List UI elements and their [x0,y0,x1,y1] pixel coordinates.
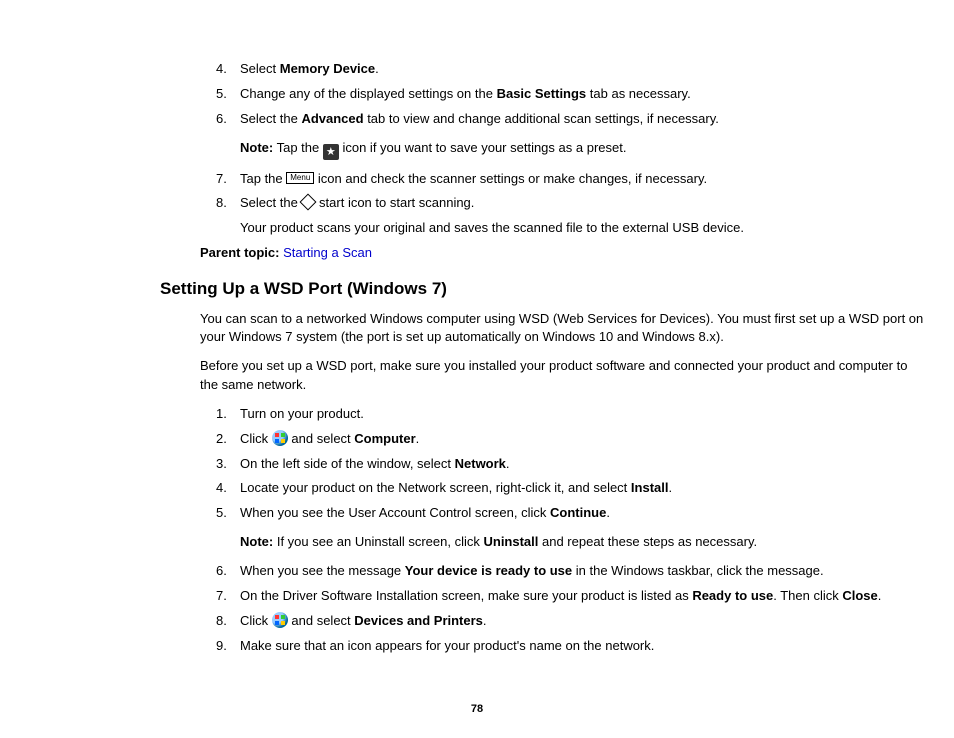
note-text-post: icon if you want to save your settings a… [339,140,627,155]
note-pre: If you see an Uninstall screen, click [273,534,483,549]
parent-topic: Parent topic: Starting a Scan [200,244,924,263]
note-block: Note: Tap the ★ icon if you want to save… [240,139,924,160]
list-text: When you see the User Account Control sc… [240,505,610,520]
list-item: 5. Change any of the displayed settings … [240,85,924,104]
list-item: 6. Select the Advanced tab to view and c… [240,110,924,129]
list-number: 7. [216,170,240,189]
star-icon: ★ [323,144,339,160]
list-number: 1. [216,405,240,424]
list-number: 3. [216,455,240,474]
note-label: Note: [240,140,273,155]
list-number: 8. [216,612,240,631]
note-post: and repeat these steps as necessary. [538,534,757,549]
list-number: 6. [216,562,240,581]
menu-icon: Menu [286,172,314,184]
bottom-ordered-list: 1. Turn on your product. 2. Click and se… [160,405,924,523]
intro-paragraph-2: Before you set up a WSD port, make sure … [200,357,924,395]
top-ordered-list-cont: 7. Tap the Menu icon and check the scann… [160,170,924,214]
list-item: 1. Turn on your product. [240,405,924,424]
windows-start-icon [272,430,288,446]
list-text: Select the Advanced tab to view and chan… [240,111,719,126]
list-text: Tap the Menu icon and check the scanner … [240,171,707,186]
note-label: Note: [240,534,273,549]
list-item: 7. Tap the Menu icon and check the scann… [240,170,924,189]
list-text: Select Memory Device. [240,61,379,76]
note-block: Note: If you see an Uninstall screen, cl… [240,533,924,552]
section-heading: Setting Up a WSD Port (Windows 7) [160,277,924,302]
list-item: 8. Click and select Devices and Printers… [240,612,924,631]
note-bold: Uninstall [483,534,538,549]
list-item: 2. Click and select Computer. [240,430,924,449]
list-item: 4. Select Memory Device. [240,60,924,79]
list-text: Click and select Computer. [240,431,419,446]
parent-topic-link[interactable]: Starting a Scan [283,245,372,260]
intro-paragraph-1: You can scan to a networked Windows comp… [200,310,924,348]
list-text: On the Driver Software Installation scre… [240,588,881,603]
list-number: 5. [216,85,240,104]
list-number: 8. [216,194,240,213]
windows-start-icon [272,612,288,628]
note-text-pre: Tap the [273,140,323,155]
content: 4. Select Memory Device. 5. Change any o… [160,60,924,655]
list-item: 8. Select the start icon to start scanni… [240,194,924,213]
list-text: Locate your product on the Network scree… [240,480,672,495]
list-number: 5. [216,504,240,523]
parent-topic-label: Parent topic: [200,245,279,260]
list-text: Turn on your product. [240,406,364,421]
list-text: On the left side of the window, select N… [240,456,510,471]
top-ordered-list: 4. Select Memory Device. 5. Change any o… [160,60,924,129]
list-text: Click and select Devices and Printers. [240,613,487,628]
list-text: When you see the message Your device is … [240,563,824,578]
list-number: 4. [216,479,240,498]
list-item: 6. When you see the message Your device … [240,562,924,581]
list-text: Make sure that an icon appears for your … [240,638,654,653]
list-subtext: Your product scans your original and sav… [240,219,924,238]
list-number: 9. [216,637,240,656]
bottom-ordered-list-cont: 6. When you see the message Your device … [160,562,924,655]
list-item: 4. Locate your product on the Network sc… [240,479,924,498]
list-text: Change any of the displayed settings on … [240,86,691,101]
list-item: 5. When you see the User Account Control… [240,504,924,523]
list-item: 9. Make sure that an icon appears for yo… [240,637,924,656]
list-number: 7. [216,587,240,606]
list-item: 3. On the left side of the window, selec… [240,455,924,474]
page-number: 78 [0,702,954,718]
list-item: 7. On the Driver Software Installation s… [240,587,924,606]
list-number: 4. [216,60,240,79]
list-number: 2. [216,430,240,449]
document-page: 4. Select Memory Device. 5. Change any o… [0,0,954,738]
list-number: 6. [216,110,240,129]
list-text: Select the start icon to start scanning. [240,195,474,210]
